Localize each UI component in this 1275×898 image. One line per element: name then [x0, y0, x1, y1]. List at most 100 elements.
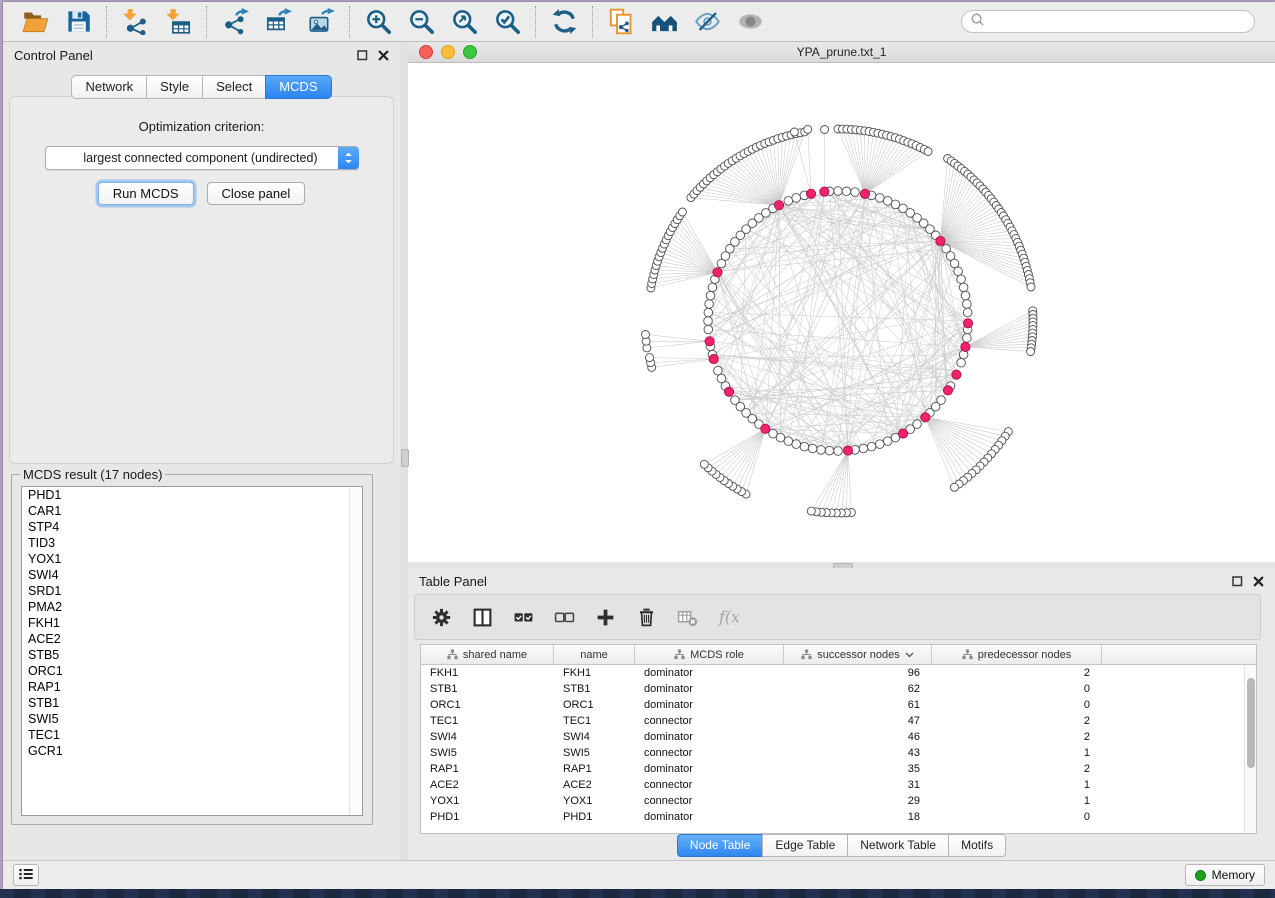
column-header-shared-name[interactable]: shared name — [421, 645, 554, 664]
table-cell: connector — [635, 713, 784, 729]
task-history-button[interactable] — [13, 864, 39, 886]
import-network-icon — [122, 8, 149, 35]
export-table-button[interactable] — [263, 7, 293, 37]
list-item[interactable]: STB5 — [22, 647, 362, 663]
scrollbar-thumb[interactable] — [1247, 678, 1255, 768]
search-icon — [970, 12, 985, 32]
run-mcds-button[interactable]: Run MCDS — [98, 182, 194, 205]
table-cell: 2 — [932, 713, 1102, 729]
settings-gear-button[interactable] — [429, 605, 453, 629]
tab-mcds[interactable]: MCDS — [265, 75, 331, 99]
list-item[interactable]: PMA2 — [22, 599, 362, 615]
save-session-button[interactable] — [63, 7, 93, 37]
apply-layout-button[interactable] — [549, 7, 579, 37]
zoom-in-button[interactable] — [363, 7, 393, 37]
show-all-button[interactable] — [735, 7, 765, 37]
splitter-grip[interactable] — [401, 449, 409, 467]
tab-style[interactable]: Style — [146, 75, 203, 99]
table-scrollbar[interactable] — [1244, 665, 1256, 833]
vertical-splitter[interactable] — [400, 42, 408, 860]
table-row[interactable]: FKH1FKH1dominator962 — [421, 665, 1256, 681]
mcds-result-list[interactable]: PHD1CAR1STP4TID3YOX1SWI4SRD1PMA2FKH1ACE2… — [21, 486, 363, 816]
columns-button[interactable] — [470, 605, 494, 629]
import-network-button[interactable] — [120, 7, 150, 37]
table-row[interactable]: PHD1PHD1dominator180 — [421, 809, 1256, 825]
delete-table-button[interactable] — [675, 605, 699, 629]
table-row[interactable]: YOX1YOX1connector291 — [421, 793, 1256, 809]
list-item[interactable]: YOX1 — [22, 551, 362, 567]
open-file-button[interactable] — [20, 7, 50, 37]
table-panel-title: Table Panel — [419, 574, 487, 589]
table-cell: ACE2 — [554, 777, 635, 793]
list-item[interactable]: STP4 — [22, 519, 362, 535]
table-row[interactable]: SWI4SWI4dominator462 — [421, 729, 1256, 745]
column-header-predecessor-nodes[interactable]: predecessor nodes — [932, 645, 1102, 664]
list-item[interactable]: SWI4 — [22, 567, 362, 583]
export-table-icon — [265, 8, 292, 35]
network-canvas[interactable] — [408, 63, 1275, 562]
export-image-button[interactable] — [306, 7, 336, 37]
tab-edge-table[interactable]: Edge Table — [762, 834, 848, 857]
float-panel-icon[interactable] — [1232, 576, 1243, 587]
list-item[interactable]: ACE2 — [22, 631, 362, 647]
list-item[interactable]: TID3 — [22, 535, 362, 551]
close-panel-icon[interactable] — [378, 50, 389, 61]
hide-selected-icon — [694, 8, 721, 35]
list-item[interactable]: FKH1 — [22, 615, 362, 631]
delete-row-icon — [636, 607, 657, 628]
dropdown-stepper-icon — [338, 147, 359, 169]
criterion-dropdown[interactable]: largest connected component (undirected) — [45, 146, 359, 170]
tab-network-table[interactable]: Network Table — [847, 834, 949, 857]
close-panel-button[interactable]: Close panel — [207, 182, 306, 205]
column-header-successor-nodes[interactable]: successor nodes — [784, 645, 932, 664]
list-item[interactable]: RAP1 — [22, 679, 362, 695]
tab-node-table[interactable]: Node Table — [677, 834, 764, 857]
control-panel-tabs: NetworkStyleSelectMCDS — [3, 75, 400, 99]
list-item[interactable]: CAR1 — [22, 503, 362, 519]
column-header-name[interactable]: name — [554, 645, 635, 664]
first-neighbors-button[interactable] — [649, 7, 679, 37]
float-panel-icon[interactable] — [357, 50, 368, 61]
tab-network[interactable]: Network — [71, 75, 147, 99]
table-cell: SWI5 — [421, 745, 554, 761]
import-table-button[interactable] — [163, 7, 193, 37]
table-row[interactable]: SWI5SWI5connector431 — [421, 745, 1256, 761]
list-item[interactable]: GCR1 — [22, 743, 362, 759]
result-list-scrollbar[interactable] — [349, 488, 361, 814]
add-row-button[interactable] — [593, 605, 617, 629]
memory-button[interactable]: Memory — [1185, 864, 1265, 886]
tab-motifs[interactable]: Motifs — [948, 834, 1006, 857]
list-item[interactable]: STB1 — [22, 695, 362, 711]
search-box[interactable] — [961, 10, 1255, 33]
table-row[interactable]: ACE2ACE2connector311 — [421, 777, 1256, 793]
column-header-MCDS-role[interactable]: MCDS role — [635, 645, 784, 664]
zoom-selected-button[interactable] — [492, 7, 522, 37]
new-network-from-selection-button[interactable] — [606, 7, 636, 37]
table-cell: 29 — [784, 793, 932, 809]
table-cell: ACE2 — [421, 777, 554, 793]
list-item[interactable]: SWI5 — [22, 711, 362, 727]
delete-row-button[interactable] — [634, 605, 658, 629]
select-all-button[interactable] — [511, 605, 535, 629]
zoom-out-button[interactable] — [406, 7, 436, 37]
network-graph[interactable] — [408, 63, 1275, 562]
table-cell: PHD1 — [554, 809, 635, 825]
list-item[interactable]: PHD1 — [22, 487, 362, 503]
table-row[interactable]: TEC1TEC1connector472 — [421, 713, 1256, 729]
tab-select[interactable]: Select — [202, 75, 266, 99]
table-row[interactable]: RAP1RAP1dominator352 — [421, 761, 1256, 777]
export-network-button[interactable] — [220, 7, 250, 37]
search-input[interactable] — [990, 14, 1246, 30]
table-row[interactable]: STB1STB1dominator620 — [421, 681, 1256, 697]
list-item[interactable]: TEC1 — [22, 727, 362, 743]
table-cell: 1 — [932, 745, 1102, 761]
table-body: FKH1FKH1dominator962STB1STB1dominator620… — [421, 665, 1256, 825]
list-item[interactable]: SRD1 — [22, 583, 362, 599]
table-row[interactable]: ORC1ORC1dominator610 — [421, 697, 1256, 713]
list-item[interactable]: ORC1 — [22, 663, 362, 679]
deselect-all-button[interactable] — [552, 605, 576, 629]
hide-selected-button[interactable] — [692, 7, 722, 37]
function-builder-button[interactable]: f(x) — [716, 605, 740, 629]
close-panel-icon[interactable] — [1253, 576, 1264, 587]
zoom-fit-button[interactable] — [449, 7, 479, 37]
